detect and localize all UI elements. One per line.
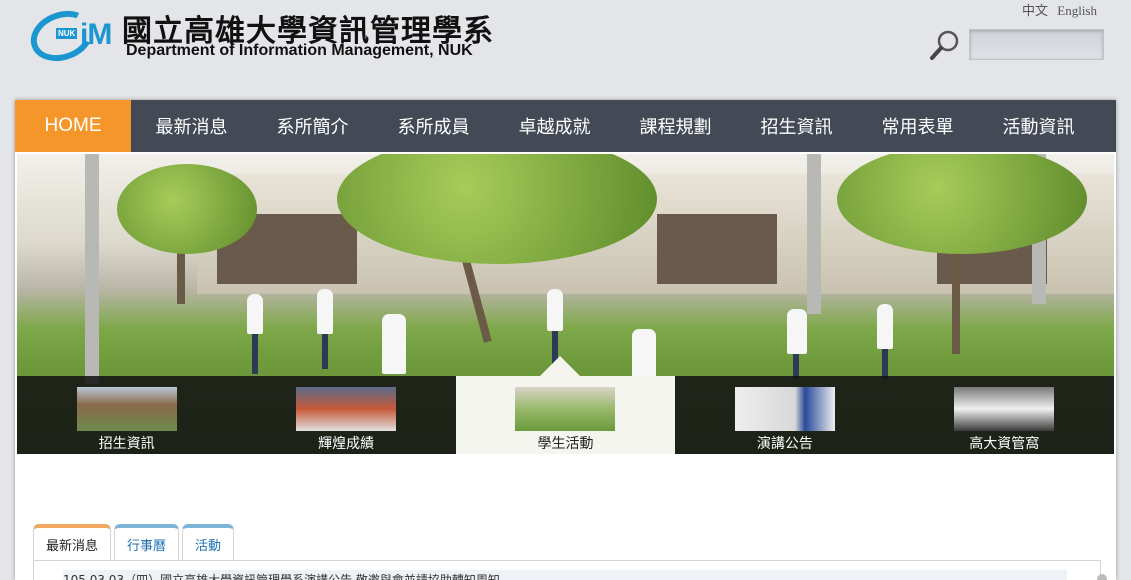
scroll-handle[interactable] <box>1097 574 1107 580</box>
thumb-image <box>734 387 835 431</box>
nav-item-about[interactable]: 系所簡介 <box>252 100 373 152</box>
banner-person-legs <box>252 334 258 374</box>
slider-thumb-lectures[interactable]: 演講公告 <box>675 376 894 454</box>
nav-item-admissions[interactable]: 招生資訊 <box>736 100 857 152</box>
thumb-label: 高大資管窩 <box>969 436 1040 452</box>
nav-item-forms[interactable]: 常用表單 <box>857 100 978 152</box>
banner-person-legs <box>882 349 888 379</box>
nav-item-achievements[interactable]: 卓越成就 <box>494 100 615 152</box>
thumb-label: 招生資訊 <box>98 436 155 452</box>
search-input[interactable] <box>969 29 1104 60</box>
banner-person <box>632 329 656 379</box>
thumb-label: 演講公告 <box>756 436 813 452</box>
slider-thumb-im-nest[interactable]: 高大資管窩 <box>895 376 1114 454</box>
tab-news[interactable]: 最新消息 <box>33 524 112 560</box>
logo-mark: NUK iM <box>23 2 120 70</box>
logo-im-text: iM <box>80 18 112 51</box>
banner-person <box>787 309 807 354</box>
main-frame: HOME 最新消息 系所簡介 系所成員 卓越成就 課程規劃 招生資訊 常用表單 … <box>15 100 1116 580</box>
nav-item-curriculum[interactable]: 課程規劃 <box>615 100 736 152</box>
logo-nuk-text: NUK <box>56 28 78 39</box>
thumb-image <box>296 387 397 431</box>
nav-item-home[interactable]: HOME <box>15 100 131 152</box>
banner-person <box>382 314 406 374</box>
nav-item-activities[interactable]: 活動資訊 <box>978 100 1099 152</box>
tab-activities[interactable]: 活動 <box>182 524 235 560</box>
site-logo[interactable]: NUK iM 國立高雄大學資訊管理學系 Department of Inform… <box>23 2 500 70</box>
site-title-en: Department of Information Management, NU… <box>126 42 473 59</box>
thumb-label: 學生活動 <box>537 436 594 452</box>
main-nav: HOME 最新消息 系所簡介 系所成員 卓越成就 課程規劃 招生資訊 常用表單 … <box>15 100 1116 152</box>
active-thumb-pointer <box>540 356 580 376</box>
slider-thumb-achievements[interactable]: 輝煌成績 <box>236 376 455 454</box>
lang-zh-link[interactable]: 中文 <box>1022 3 1048 18</box>
thumb-image <box>515 387 616 431</box>
thumb-label: 輝煌成績 <box>318 436 375 452</box>
thumb-image <box>954 387 1055 431</box>
banner-pillar <box>807 154 821 314</box>
slider-thumb-strip: 招生資訊 輝煌成績 學生活動 演講公告 高大資管窩 <box>17 376 1114 454</box>
slider-thumb-admissions[interactable]: 招生資訊 <box>17 376 236 454</box>
banner-person <box>317 289 333 334</box>
banner-pillar <box>85 154 99 384</box>
tab-calendar[interactable]: 行事曆 <box>114 524 180 560</box>
lang-en-link[interactable]: English <box>1057 3 1097 18</box>
nav-item-members[interactable]: 系所成員 <box>373 100 494 152</box>
nav-item-news[interactable]: 最新消息 <box>131 100 252 152</box>
thumb-image <box>76 387 177 431</box>
search-icon[interactable] <box>928 28 962 62</box>
banner-person <box>547 289 563 331</box>
banner-person <box>877 304 893 349</box>
content-tabs: 最新消息 行事曆 活動 <box>33 524 237 560</box>
language-switcher: 中文 English <box>1016 0 1097 19</box>
banner-person-legs <box>322 334 328 369</box>
news-item[interactable]: 105.03.03（四）國立高雄大學資訊管理學系演講公告 敬邀與會並請協助轉知周… <box>63 570 1067 580</box>
banner-tree <box>117 164 257 254</box>
slider-thumb-student-activities[interactable]: 學生活動 <box>455 376 676 454</box>
banner-window <box>657 214 777 284</box>
banner-person <box>247 294 263 334</box>
